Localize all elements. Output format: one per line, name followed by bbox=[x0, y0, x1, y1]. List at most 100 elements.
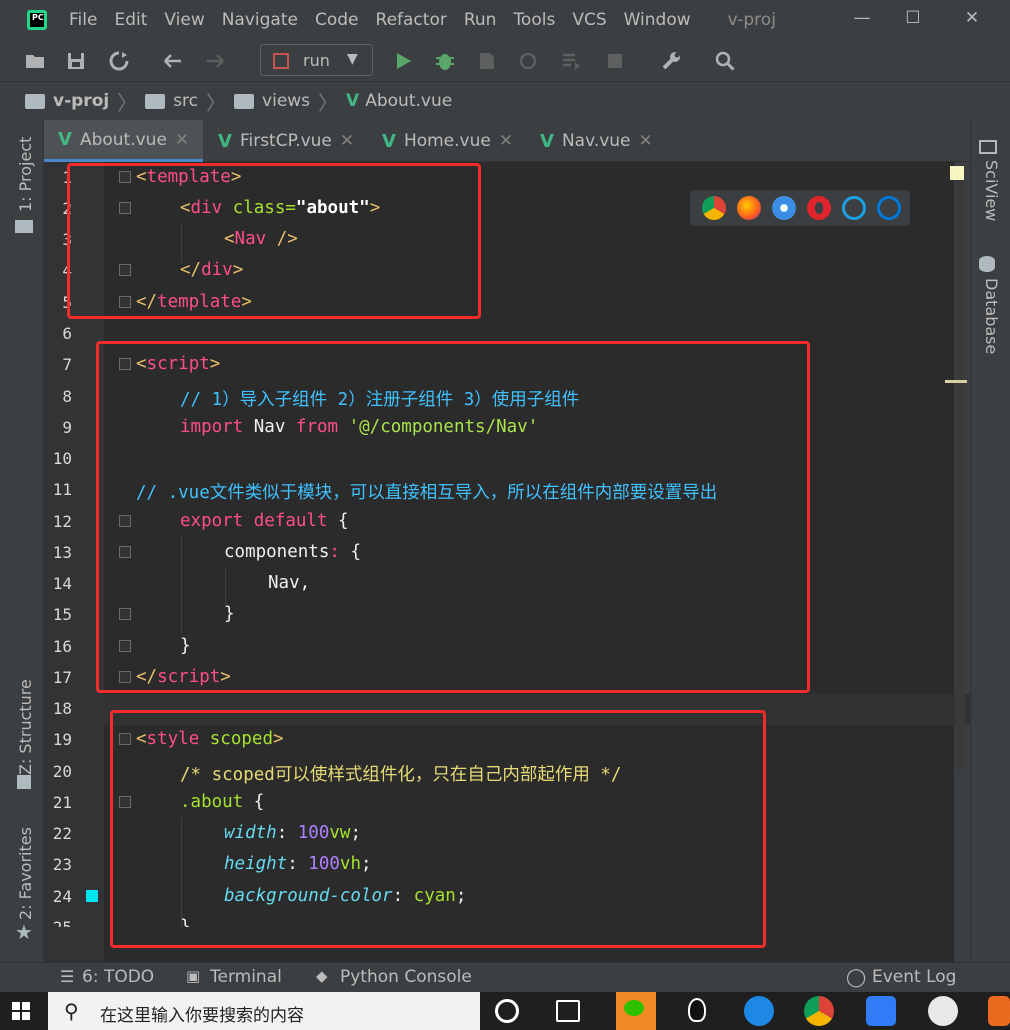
star-icon: ★ bbox=[15, 920, 33, 944]
kugou-icon[interactable] bbox=[744, 996, 774, 1026]
line-number: 13 bbox=[52, 543, 72, 562]
breadcrumb-src[interactable]: src bbox=[173, 91, 198, 111]
folder-icon bbox=[234, 93, 255, 109]
minimize-button[interactable]: — bbox=[847, 8, 877, 28]
status-bar: ☰ 6: TODO ▣ Terminal ◆ Python Console ◯ … bbox=[0, 962, 1010, 992]
build-icon[interactable] bbox=[560, 50, 582, 72]
line-number: 20 bbox=[52, 762, 72, 781]
tab-home-vue[interactable]: V Home.vue ✕ bbox=[368, 120, 528, 162]
coverage-icon[interactable] bbox=[476, 50, 498, 72]
internet-explorer-icon[interactable] bbox=[842, 196, 866, 220]
debug-icon[interactable] bbox=[434, 50, 456, 72]
line-number: 8 bbox=[62, 387, 72, 406]
close-icon[interactable]: ✕ bbox=[639, 131, 653, 151]
tab-nav-vue[interactable]: V Nav.vue ✕ bbox=[526, 120, 666, 162]
line-number: 14 bbox=[52, 574, 72, 593]
pycharm-taskbar-icon[interactable] bbox=[988, 996, 1010, 1026]
terminal-tool-tab[interactable]: Terminal bbox=[210, 967, 282, 987]
menu-edit[interactable]: Edit bbox=[114, 10, 147, 30]
run-icon[interactable] bbox=[392, 50, 414, 72]
line-number: 11 bbox=[52, 480, 72, 499]
menu-tools[interactable]: Tools bbox=[513, 10, 555, 30]
breadcrumb-views[interactable]: views bbox=[262, 91, 310, 111]
editor-scrollbar[interactable] bbox=[955, 170, 965, 770]
opera-icon[interactable] bbox=[807, 196, 831, 220]
settings-wrench-icon[interactable] bbox=[660, 50, 682, 72]
close-button[interactable]: ✕ bbox=[957, 8, 987, 28]
close-icon[interactable]: ✕ bbox=[175, 130, 189, 150]
baidu-netdisk-icon[interactable] bbox=[866, 996, 896, 1026]
back-icon[interactable] bbox=[162, 50, 184, 72]
edge-icon[interactable] bbox=[877, 196, 901, 220]
menu-vcs[interactable]: VCS bbox=[572, 10, 606, 30]
python-console-tool-tab[interactable]: Python Console bbox=[340, 967, 472, 987]
task-view-icon[interactable] bbox=[556, 1000, 580, 1022]
windows-taskbar: ⚲ 在这里输入你要搜索的内容 bbox=[0, 992, 1010, 1030]
close-icon[interactable]: ✕ bbox=[499, 131, 513, 151]
folder-icon bbox=[25, 93, 45, 109]
vue-file-icon: V bbox=[58, 129, 72, 150]
scroll-marker[interactable] bbox=[945, 380, 967, 383]
close-icon[interactable]: ✕ bbox=[340, 131, 354, 151]
pycharm-logo-icon: PC bbox=[27, 10, 47, 30]
menu-view[interactable]: View bbox=[164, 10, 204, 30]
project-tool-tab[interactable]: 1: Project bbox=[16, 137, 35, 212]
line-number: 17 bbox=[52, 668, 72, 687]
profile-icon[interactable] bbox=[518, 50, 540, 72]
todo-list-icon: ☰ bbox=[60, 967, 75, 986]
firefox-icon[interactable] bbox=[737, 196, 761, 220]
maximize-button[interactable]: ☐ bbox=[898, 8, 928, 28]
tab-label: Nav.vue bbox=[561, 131, 631, 151]
tab-label: About.vue bbox=[79, 129, 167, 150]
app-taskbar-icon[interactable] bbox=[928, 996, 958, 1026]
line-number: 16 bbox=[52, 637, 72, 656]
line-number: 9 bbox=[62, 418, 72, 437]
search-icon[interactable] bbox=[714, 50, 736, 72]
chrome-icon[interactable] bbox=[702, 196, 726, 220]
breadcrumb-project[interactable]: v-proj bbox=[53, 91, 109, 111]
forward-icon[interactable] bbox=[204, 50, 226, 72]
folder-icon bbox=[145, 93, 166, 109]
todo-tool-tab[interactable]: 6: TODO bbox=[82, 967, 154, 987]
sync-icon[interactable] bbox=[108, 50, 130, 72]
breadcrumb-file[interactable]: About.vue bbox=[365, 91, 452, 111]
taskbar-search[interactable]: ⚲ 在这里输入你要搜索的内容 bbox=[48, 992, 480, 1030]
line-number: 15 bbox=[52, 605, 72, 624]
windows-start-icon[interactable] bbox=[12, 1002, 30, 1020]
window-title: v-proj bbox=[727, 10, 776, 30]
wechat-icon[interactable] bbox=[616, 992, 656, 1030]
chrome-taskbar-icon[interactable] bbox=[804, 996, 834, 1026]
menu-refactor[interactable]: Refactor bbox=[376, 10, 447, 30]
run-config-icon bbox=[273, 53, 289, 69]
vue-file-icon: V bbox=[346, 91, 360, 111]
left-tool-strip: 1: Project Z: Structure 2: Favorites ★ bbox=[0, 120, 44, 960]
run-config-select[interactable]: run ▼ bbox=[260, 44, 373, 76]
favorites-tool-tab[interactable]: 2: Favorites bbox=[16, 827, 35, 920]
tab-firstcp-vue[interactable]: V FirstCP.vue ✕ bbox=[204, 120, 364, 162]
vue-file-icon: V bbox=[218, 130, 232, 152]
save-icon[interactable] bbox=[65, 50, 87, 72]
open-in-browser-bar bbox=[690, 190, 910, 226]
sciview-tool-tab[interactable]: SciView bbox=[982, 160, 1001, 221]
menu-window[interactable]: Window bbox=[624, 10, 691, 30]
tab-about-vue[interactable]: V About.vue ✕ bbox=[44, 120, 203, 162]
tab-label: Home.vue bbox=[403, 131, 491, 151]
line-number: 23 bbox=[52, 855, 72, 874]
line-number: 25 bbox=[44, 918, 72, 927]
annotation-box-script bbox=[96, 341, 810, 693]
qq-icon[interactable] bbox=[682, 996, 712, 1026]
stop-icon[interactable] bbox=[604, 50, 626, 72]
folder-open-icon[interactable] bbox=[24, 50, 46, 72]
structure-icon bbox=[17, 775, 31, 789]
inspection-status-icon[interactable] bbox=[950, 166, 964, 180]
event-log-tool-tab[interactable]: Event Log bbox=[872, 967, 956, 987]
menu-code[interactable]: Code bbox=[315, 10, 359, 30]
safari-icon[interactable] bbox=[772, 196, 796, 220]
sciview-icon bbox=[979, 140, 997, 154]
structure-tool-tab[interactable]: Z: Structure bbox=[16, 679, 35, 775]
menu-file[interactable]: File bbox=[69, 10, 97, 30]
database-tool-tab[interactable]: Database bbox=[982, 278, 1001, 354]
menu-run[interactable]: Run bbox=[464, 10, 497, 30]
menu-navigate[interactable]: Navigate bbox=[222, 10, 298, 30]
cortana-icon[interactable] bbox=[495, 999, 519, 1023]
